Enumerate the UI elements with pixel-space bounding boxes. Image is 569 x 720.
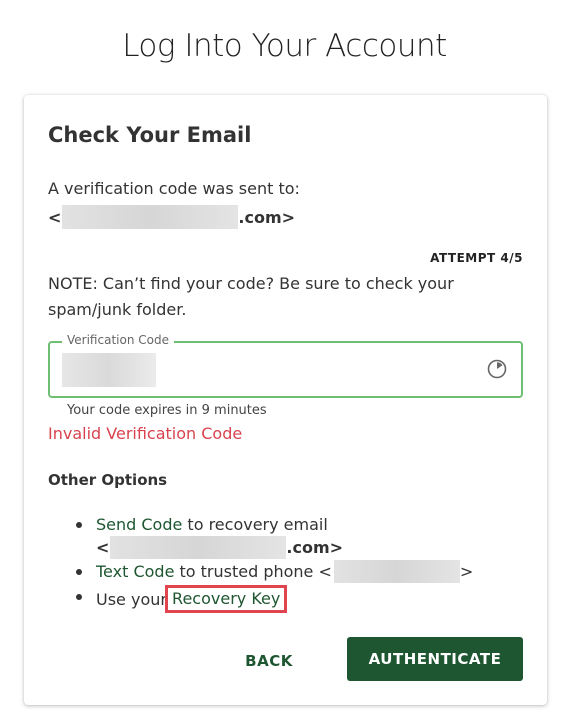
sent-to-text: A verification code was sent to: <box>48 179 300 198</box>
text-code-link[interactable]: Text Code <box>96 560 174 583</box>
send-code-text: to recovery email <box>182 515 328 534</box>
list-item: Use your Recovery Key <box>76 585 536 613</box>
card-title: Check Your Email <box>48 123 252 147</box>
back-button[interactable]: BACK <box>224 639 314 683</box>
recovery-key-highlight: Recovery Key <box>165 585 288 613</box>
redacted-email <box>62 205 239 229</box>
redacted-recovery-email <box>110 536 287 559</box>
authenticate-button[interactable]: AUTHENTICATE <box>347 637 523 681</box>
redacted-phone <box>333 560 460 583</box>
list-item: Text Code to trusted phone < > <box>76 560 536 583</box>
recovery-email-prefix: < <box>96 538 110 557</box>
timer-icon <box>487 359 507 379</box>
login-card: Check Your Email A verification code was… <box>24 95 547 705</box>
other-options-list: Send Code to recovery email < .com> Text… <box>76 513 536 613</box>
recovery-email: < .com> <box>96 536 536 559</box>
email-prefix: < <box>48 207 62 227</box>
note-text: NOTE: Can’t find your code? Be sure to c… <box>48 274 454 319</box>
recovery-email-suffix: .com> <box>286 538 344 557</box>
redacted-code-value <box>62 353 156 387</box>
list-item: Send Code to recovery email < .com> <box>76 513 536 559</box>
other-options-title: Other Options <box>48 471 168 489</box>
verification-code-label: Verification Code <box>62 333 174 347</box>
code-expiry-text: Your code expires in 9 minutes <box>67 403 267 418</box>
page-title: Log Into Your Account <box>122 28 447 64</box>
text-code-text: to trusted phone < <box>174 562 332 581</box>
send-code-link[interactable]: Send Code <box>96 515 182 534</box>
recovery-key-link[interactable]: Recovery Key <box>172 589 280 608</box>
attempt-counter: ATTEMPT 4/5 <box>430 251 523 265</box>
recovery-key-text: Use your <box>96 589 173 609</box>
error-message: Invalid Verification Code <box>48 424 243 443</box>
text-code-suffix: > <box>459 562 474 581</box>
verification-code-field[interactable]: Verification Code <box>48 333 523 398</box>
email-suffix: .com> <box>238 207 296 227</box>
email-address: < .com> <box>48 205 295 229</box>
